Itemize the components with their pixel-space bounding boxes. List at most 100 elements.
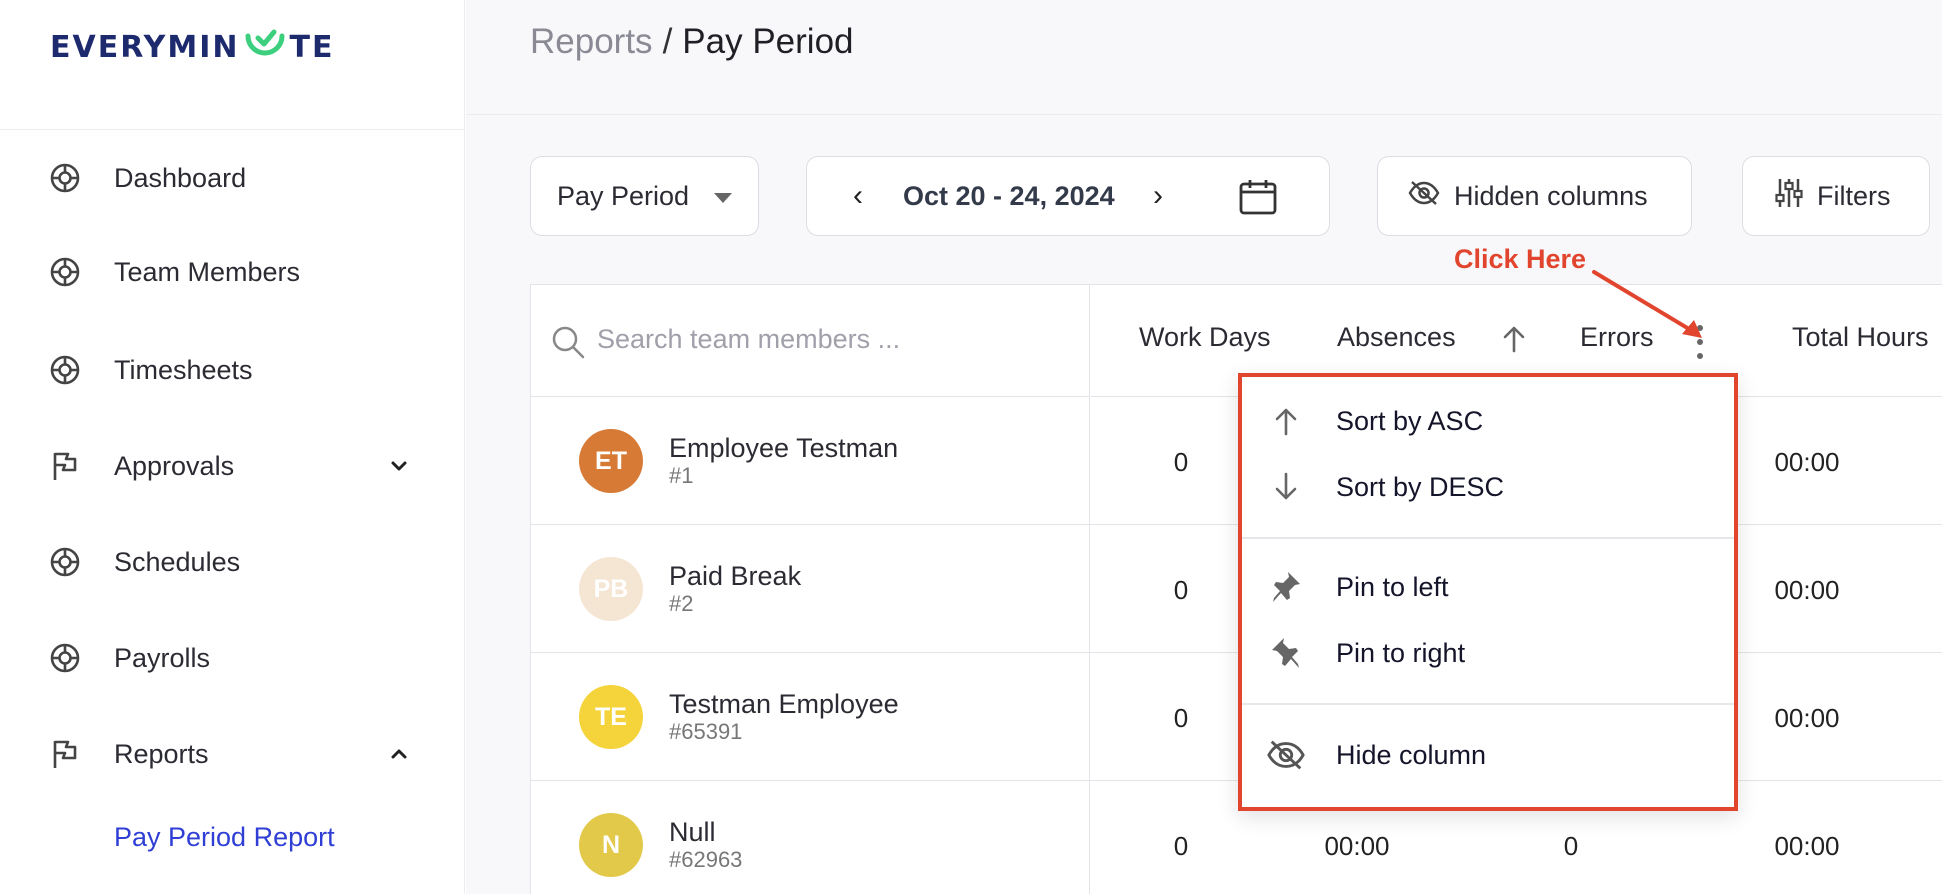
employee-id: #62963 [669, 847, 743, 872]
menu-item-label: Pin to right [1336, 637, 1466, 668]
sidebar-item-label: Schedules [114, 546, 241, 577]
annotation-arrow-icon [1592, 270, 1702, 338]
breadcrumb-reports-link[interactable]: Reports [530, 22, 653, 62]
hidden-columns-button[interactable]: Hidden columns [1377, 156, 1692, 236]
cell-work-days: 0 [1173, 831, 1189, 861]
lifebuoy-icon [48, 545, 82, 579]
employee-name[interactable]: Paid Break [669, 561, 801, 592]
chevron-down-icon[interactable] [388, 455, 410, 477]
sidebar-divider [0, 129, 465, 130]
lifebuoy-icon [48, 353, 82, 387]
eye-slash-icon [1266, 735, 1306, 775]
everyminute-logo[interactable]: EVERYMIN TE [50, 26, 334, 68]
lifebuoy-icon [48, 641, 82, 675]
lifebuoy-icon [48, 161, 82, 195]
pin-icon [1266, 567, 1306, 607]
eye-slash-icon [1408, 180, 1440, 213]
employee-name[interactable]: Testman Employee [669, 689, 899, 720]
chevron-right-icon[interactable]: › [1153, 179, 1163, 213]
arrow-up-icon[interactable] [1501, 325, 1527, 358]
pin-icon [1266, 633, 1306, 673]
sidebar-item-label: Approvals [114, 450, 235, 481]
flag-icon [48, 449, 82, 483]
logo-text-start: EVERYMIN [50, 29, 240, 65]
column-header-total-hours[interactable]: Total Hours [1792, 322, 1929, 353]
sidebar-item-label: Dashboard [114, 162, 247, 193]
arrow-up-icon [1266, 401, 1306, 441]
menu-divider [1242, 537, 1734, 539]
employee-name[interactable]: Null [669, 817, 716, 848]
employee-cell: TE Testman Employee #65391 [531, 653, 1090, 781]
menu-hide-column[interactable]: Hide column [1242, 727, 1734, 783]
cell-work-days: 0 [1173, 703, 1189, 733]
avatar: TE [579, 685, 643, 749]
breadcrumb-separator: / [662, 22, 673, 61]
lifebuoy-icon [48, 255, 82, 289]
sidebar-subitem-pay-period-report[interactable]: Pay Period Report [114, 822, 335, 853]
cell-work-days: 0 [1173, 447, 1189, 477]
column-header-work-days[interactable]: Work Days [1139, 322, 1271, 353]
menu-pin-right[interactable]: Pin to right [1242, 625, 1734, 681]
menu-item-label: Sort by ASC [1336, 405, 1484, 436]
period-type-value: Pay Period [557, 180, 690, 211]
column-header-absences[interactable]: Absences [1337, 322, 1456, 353]
sliders-icon [1775, 177, 1803, 216]
cell-total-hours: 00:00 [1774, 575, 1840, 605]
breadcrumb: Reports / Pay Period [530, 22, 854, 62]
page-header: Reports / Pay Period [466, 0, 1942, 115]
sidebar-item-label: Payrolls [114, 642, 211, 673]
cell-errors: 0 [1563, 831, 1579, 861]
sidebar-item-approvals[interactable]: Approvals [0, 436, 465, 496]
cell-total-hours: 00:00 [1774, 447, 1840, 477]
cell-absences: 00:00 [1324, 831, 1390, 861]
sidebar-item-reports[interactable]: Reports [0, 724, 465, 784]
menu-item-label: Sort by DESC [1336, 471, 1505, 502]
employee-id: #1 [669, 463, 694, 488]
caret-down-icon [714, 193, 732, 203]
logo-text-end: TE [289, 29, 335, 65]
chevron-left-icon[interactable]: ‹ [853, 179, 863, 213]
employee-id: #65391 [669, 719, 743, 744]
column-context-menu: Sort by ASC Sort by DESC Pin to left Pin… [1238, 373, 1738, 811]
cell-total-hours: 00:00 [1774, 831, 1840, 861]
sidebar-item-label: Timesheets [114, 354, 253, 385]
date-range-value[interactable]: Oct 20 - 24, 2024 [903, 181, 1115, 212]
sidebar-item-label: Team Members [114, 256, 301, 287]
page-title: Pay Period [682, 22, 854, 61]
menu-sort-asc[interactable]: Sort by ASC [1242, 393, 1734, 449]
filters-label: Filters [1817, 180, 1891, 211]
period-type-select[interactable]: Pay Period [530, 156, 759, 236]
cell-work-days: 0 [1173, 575, 1189, 605]
logo-check-icon [242, 28, 288, 66]
sidebar-item-payrolls[interactable]: Payrolls [0, 628, 465, 688]
employee-id: #2 [669, 591, 694, 616]
employee-name[interactable]: Employee Testman [669, 433, 898, 464]
avatar: PB [579, 557, 643, 621]
click-here-annotation: Click Here [1454, 244, 1587, 274]
sidebar-item-timesheets[interactable]: Timesheets [0, 340, 465, 400]
avatar: N [579, 813, 643, 877]
employee-cell: PB Paid Break #2 [531, 525, 1090, 653]
employee-cell: N Null #62963 [531, 781, 1090, 894]
chevron-up-icon[interactable] [388, 743, 410, 765]
search-icon [551, 325, 585, 364]
menu-item-label: Pin to left [1336, 571, 1449, 602]
arrow-down-icon [1266, 467, 1306, 507]
calendar-icon[interactable] [1239, 179, 1277, 222]
sidebar-item-team-members[interactable]: Team Members [0, 242, 465, 302]
employee-cell: ET Employee Testman #1 [531, 397, 1090, 525]
menu-item-label: Hide column [1336, 739, 1487, 770]
date-range-picker: ‹ Oct 20 - 24, 2024 › [806, 156, 1330, 236]
cell-total-hours: 00:00 [1774, 703, 1840, 733]
filters-button[interactable]: Filters [1742, 156, 1930, 236]
search-input[interactable] [597, 319, 1057, 359]
menu-pin-left[interactable]: Pin to left [1242, 559, 1734, 615]
sidebar-item-label: Reports [114, 738, 209, 769]
sidebar-item-schedules[interactable]: Schedules [0, 532, 465, 592]
sidebar-item-dashboard[interactable]: Dashboard [0, 148, 465, 208]
sidebar: EVERYMIN TE Dashboard Team Members Times… [0, 0, 465, 894]
menu-sort-desc[interactable]: Sort by DESC [1242, 459, 1734, 515]
menu-divider [1242, 703, 1734, 705]
hidden-columns-label: Hidden columns [1454, 180, 1648, 211]
avatar: ET [579, 429, 643, 493]
